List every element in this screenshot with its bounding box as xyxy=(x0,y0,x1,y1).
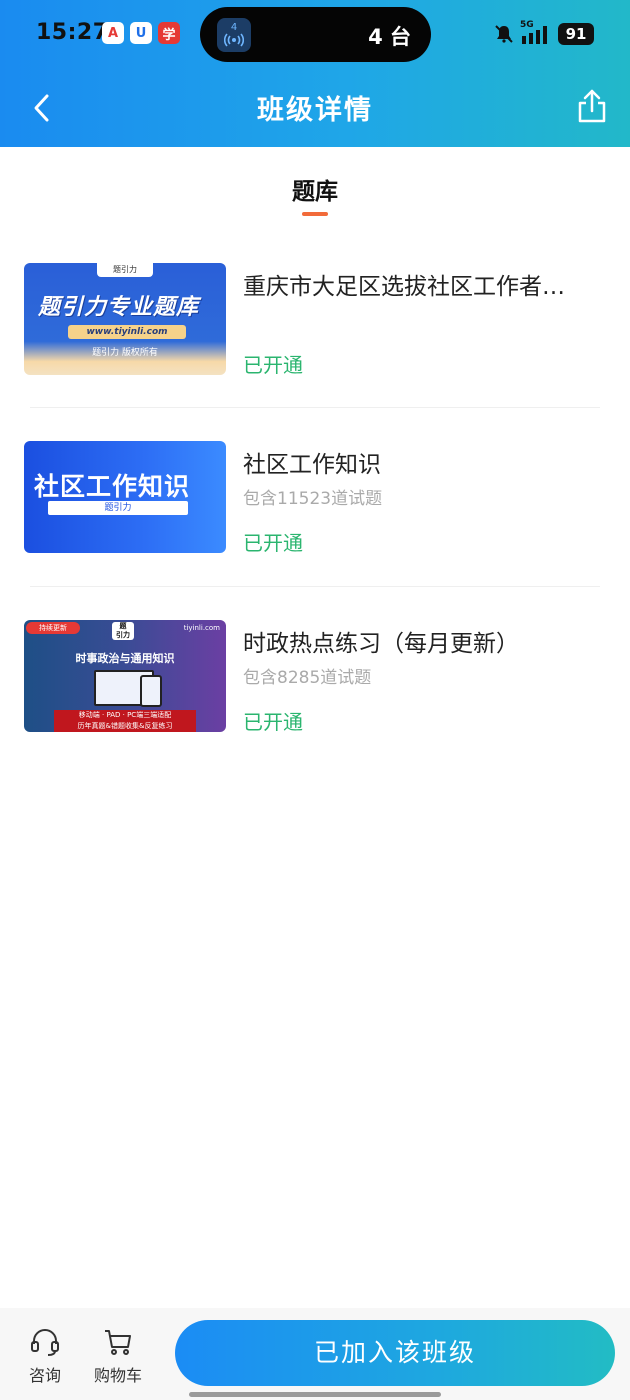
island-text: 4 台 xyxy=(368,25,411,49)
headset-icon xyxy=(31,1329,59,1356)
course-title: 社区工作知识 xyxy=(243,452,381,478)
status-time: 15:27 xyxy=(36,20,109,45)
joined-class-button[interactable]: 已加入该班级 xyxy=(175,1320,615,1386)
status-bar: 15:27 A U 学 4 4 台 5G 91 xyxy=(0,0,630,70)
thumbnail-footer-line: 历年真题&错题收集&反复练习 xyxy=(77,722,173,730)
cart-label: 购物车 xyxy=(93,1366,142,1385)
divider xyxy=(30,586,600,587)
header: 15:27 A U 学 4 4 台 5G 91 班级详情 xyxy=(0,0,630,147)
course-status: 已开通 xyxy=(243,353,303,377)
thumbnail-brand-bar: 题引力 xyxy=(48,501,188,515)
thumbnail-site: tiyinli.com xyxy=(183,624,220,632)
course-question-count: 包含11523道试题 xyxy=(243,489,383,509)
thumbnail-url: www.tiyinli.com xyxy=(68,325,186,339)
share-icon xyxy=(578,89,606,123)
thumbnail-headline: 时事政治与通用知识 xyxy=(75,652,175,665)
home-indicator[interactable] xyxy=(189,1392,441,1397)
thumbnail-headline: 社区工作知识 xyxy=(34,472,191,501)
course-title: 时政热点练习（每月更新） xyxy=(243,631,519,657)
shopping-cart-icon xyxy=(105,1330,131,1355)
nav-bar: 班级详情 xyxy=(0,70,630,147)
course-title: 重庆市大足区选拔社区工作者… xyxy=(243,274,565,300)
consult-button[interactable]: 咨询 xyxy=(15,1328,75,1386)
thumbnail-footer: 移动端 · PAD · PC端三端适配 历年真题&错题收集&反复练习 xyxy=(54,710,196,732)
signal-icon xyxy=(522,26,547,44)
battery-indicator: 91 xyxy=(558,23,594,45)
course-question-count: 包含8285道试题 xyxy=(243,668,372,688)
course-item[interactable]: 持续更新 题引力 tiyinli.com 时事政治与通用知识 移动端 · PAD… xyxy=(24,620,604,734)
bottom-action-bar: 咨询 购物车 已加入该班级 xyxy=(0,1308,630,1400)
divider xyxy=(30,407,600,408)
course-thumbnail: 题引力 题引力专业题库 www.tiyinli.com 题引力 版权所有 xyxy=(24,263,226,375)
notification-app-icon: U xyxy=(130,22,152,44)
bell-muted-icon xyxy=(495,25,513,43)
course-thumbnail: 持续更新 题引力 tiyinli.com 时事政治与通用知识 移动端 · PAD… xyxy=(24,620,226,732)
course-item[interactable]: 题引力 题引力专业题库 www.tiyinli.com 题引力 版权所有 重庆市… xyxy=(24,263,604,377)
consult-label: 咨询 xyxy=(28,1366,61,1385)
thumbnail-copyright: 题引力 版权所有 xyxy=(92,348,158,358)
brand-logo-icon: 题引力 xyxy=(112,622,134,640)
thumbnail-badge: 持续更新 xyxy=(26,622,80,634)
cart-button[interactable]: 购物车 xyxy=(88,1328,148,1386)
course-status: 已开通 xyxy=(243,710,303,734)
dynamic-island[interactable]: 4 4 台 xyxy=(200,7,431,62)
thumbnail-chip: 题引力 xyxy=(97,263,153,277)
thumbnail-headline: 题引力专业题库 xyxy=(38,295,200,320)
tab-question-bank[interactable]: 题库 xyxy=(0,172,630,206)
page-title: 班级详情 xyxy=(257,95,373,126)
notification-app-icon: A xyxy=(102,22,124,44)
tab-underline xyxy=(302,212,328,216)
course-thumbnail: 社区工作知识 题引力 xyxy=(24,441,226,553)
notification-app-icon: 学 xyxy=(158,22,180,44)
course-status: 已开通 xyxy=(243,531,303,555)
thumbnail-footer-line: 移动端 · PAD · PC端三端适配 xyxy=(78,711,172,719)
share-button[interactable] xyxy=(572,86,612,126)
broadcast-icon: 4 xyxy=(217,18,251,52)
phone-icon xyxy=(140,675,162,707)
course-item[interactable]: 社区工作知识 题引力 社区工作知识 包含11523道试题 已开通 xyxy=(24,441,604,555)
